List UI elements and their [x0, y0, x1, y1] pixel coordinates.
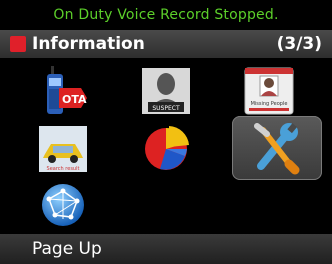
- pie-chart-icon: [140, 123, 192, 175]
- tile-pie-chart[interactable]: [123, 120, 209, 178]
- tile-vehicle[interactable]: Search result: [20, 120, 106, 178]
- tile-ota[interactable]: OTA: [20, 62, 106, 120]
- title-bar: Information (3/3): [0, 30, 332, 58]
- page-up-softkey[interactable]: Page Up: [32, 239, 102, 259]
- status-message: On Duty Voice Record Stopped.: [53, 7, 279, 23]
- vehicle-label: Search result: [47, 166, 80, 172]
- ota-label: OTA: [62, 93, 87, 106]
- missing-people-label: Missing People: [251, 101, 288, 107]
- tile-settings[interactable]: [232, 116, 322, 180]
- tile-globe[interactable]: [20, 176, 106, 234]
- tile-suspect[interactable]: SUSPECT: [123, 62, 209, 120]
- vehicle-icon: Search result: [37, 124, 89, 174]
- radio-ota-icon: OTA: [35, 64, 91, 118]
- tools-icon: [247, 120, 307, 176]
- missing-people-card-icon: Missing People: [243, 66, 295, 116]
- softkey-bar: Page Up: [0, 234, 332, 264]
- app-grid: OTA SUSPECT Missing People Search result: [0, 58, 332, 234]
- status-bar: On Duty Voice Record Stopped.: [0, 0, 332, 30]
- page-title: Information: [32, 34, 145, 54]
- suspect-label: SUSPECT: [152, 105, 180, 112]
- globe-icon: [37, 179, 89, 231]
- suspect-photo-icon: SUSPECT: [140, 66, 192, 116]
- title-marker-icon: [10, 36, 26, 52]
- tile-missing-people[interactable]: Missing People: [226, 62, 312, 120]
- page-indicator: (3/3): [276, 34, 322, 54]
